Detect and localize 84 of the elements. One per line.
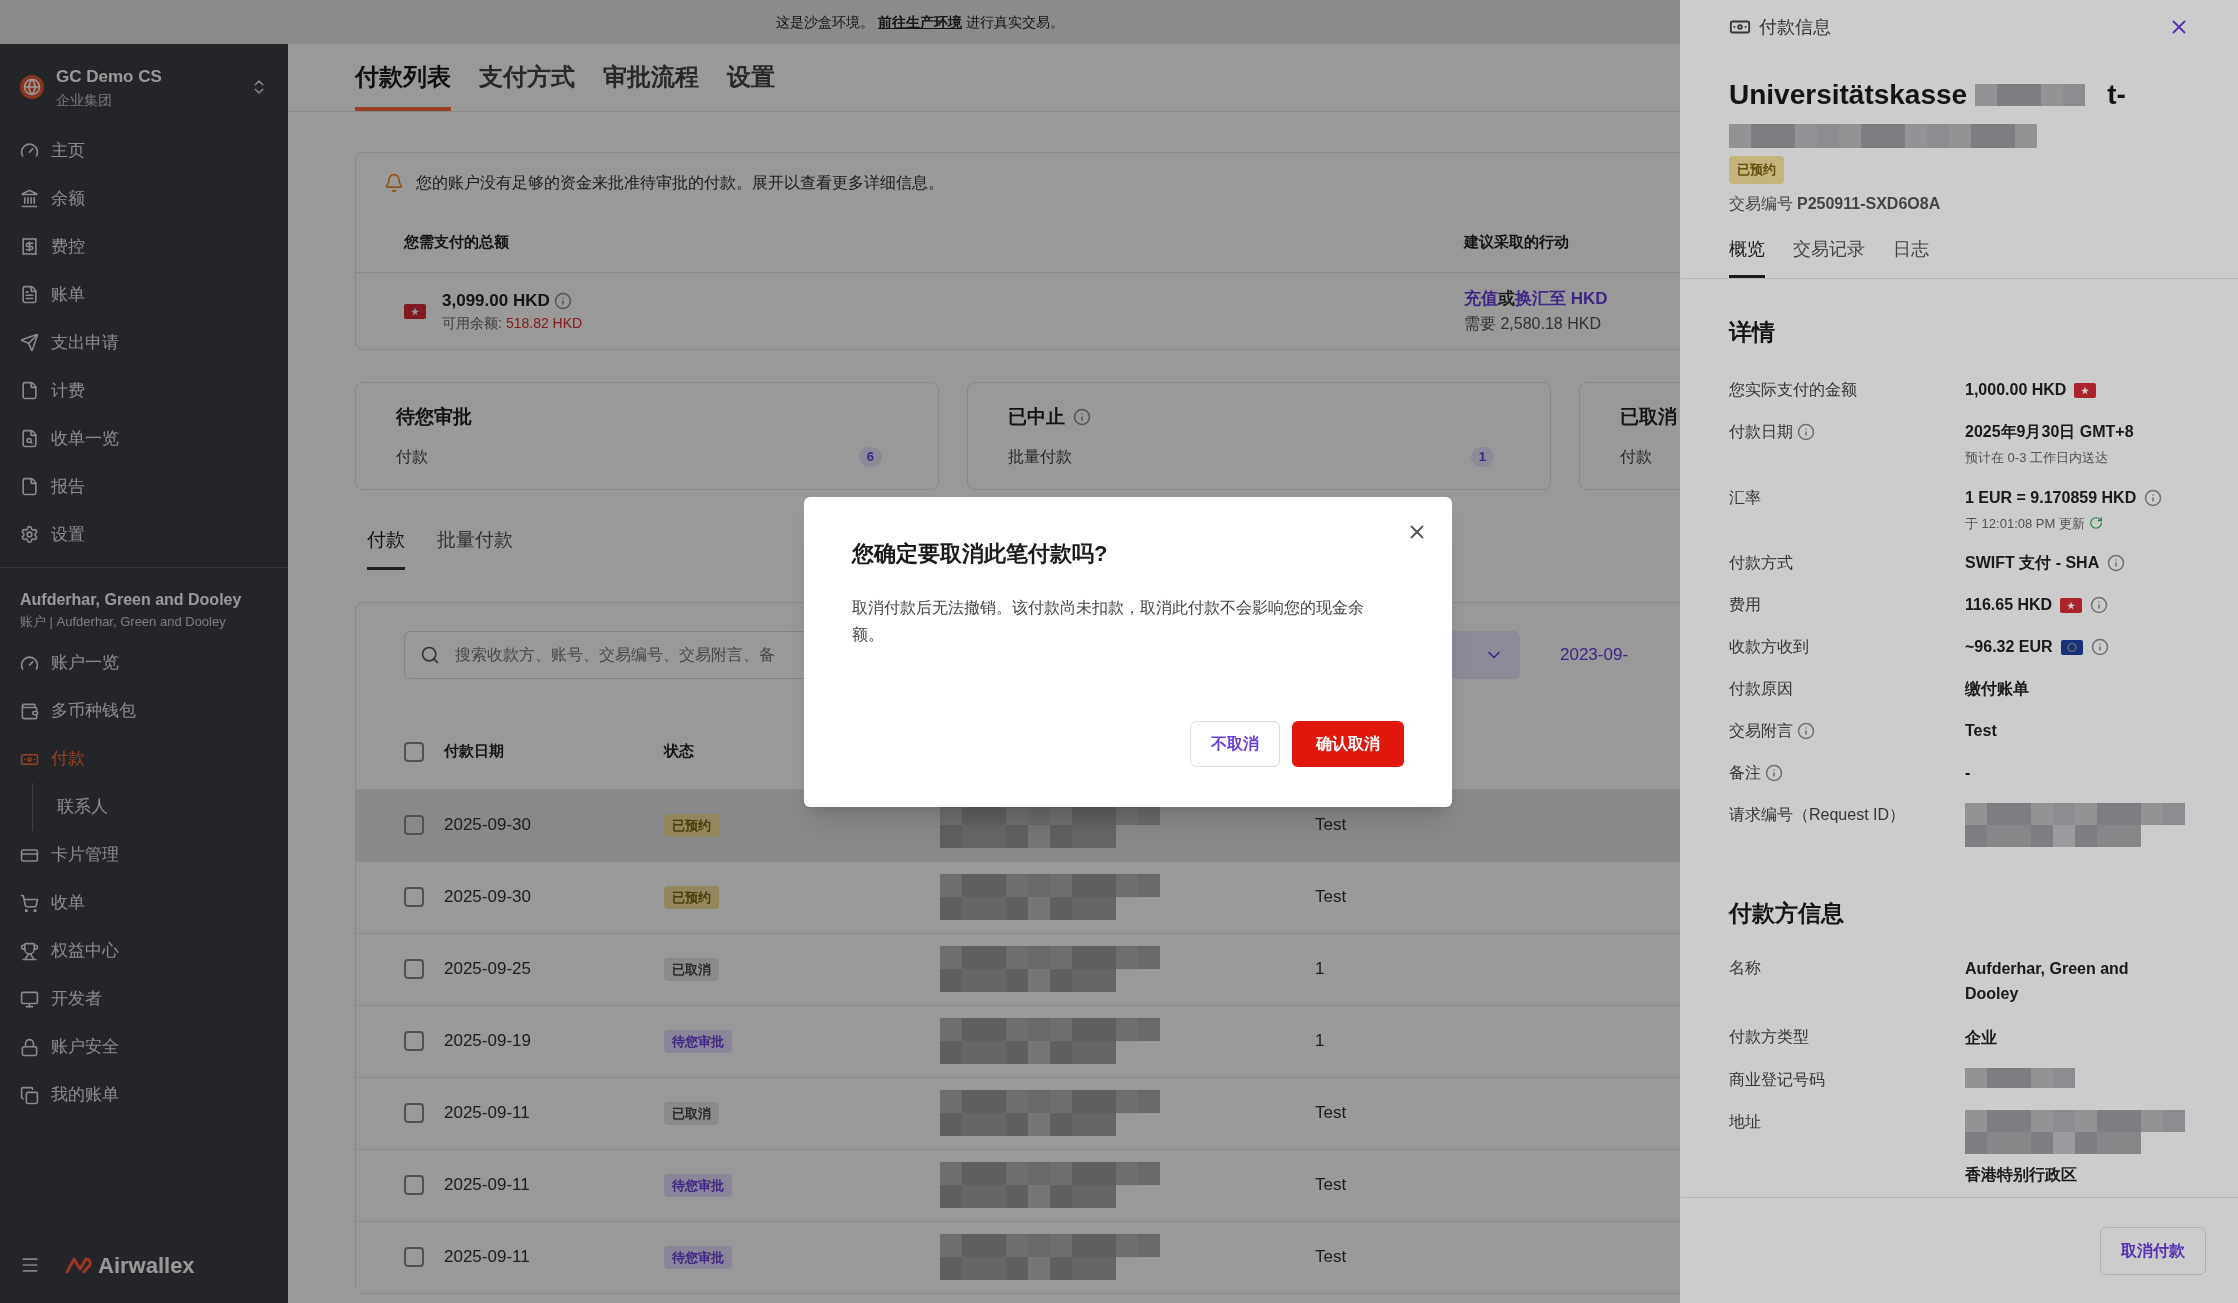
note-cell-text: Test — [1315, 1102, 1347, 1125]
status-badge: 待您审批 — [664, 1174, 732, 1197]
detail-value: 1 EUR = 9.170859 HKD — [1965, 487, 2137, 508]
available-label: 可用余额: — [442, 314, 502, 334]
card-title: 已中止 — [1008, 405, 1065, 429]
section-title: 详情 — [1729, 317, 1776, 347]
detail-value: 缴付账单 — [1965, 679, 2029, 700]
detail-value: Aufderhar, Green and Dooley — [1965, 958, 2130, 1005]
required-amount: 需要 2,580.18 HKD — [1464, 313, 1602, 334]
alert-message: 您的账户没有足够的资金来批准待审批的付款。展开以查看更多详细信息。 — [416, 173, 944, 193]
count-badge: 1 — [1470, 447, 1494, 467]
detail-label: 请求编号（Request ID） — [1729, 805, 1906, 826]
status-badge: 已预约 — [664, 814, 719, 837]
note-cell-text: 1 — [1315, 958, 1325, 981]
account-name: Aufderhar, Green and Dooley — [20, 589, 243, 610]
detail-label: 收款方收到 — [1729, 637, 1809, 658]
detail-value: ~96.32 EUR — [1965, 637, 2053, 658]
detail-value: 116.65 HKD — [1965, 595, 2053, 616]
card-title: 待您审批 — [396, 405, 472, 429]
card-subtitle: 付款 — [1620, 447, 1652, 467]
note-cell-text: Test — [1315, 1246, 1347, 1269]
detail-label: 名称 — [1729, 957, 1762, 978]
date-cell-text: 2025-09-19 — [444, 1030, 532, 1053]
detail-note: 于 12:01:08 PM 更新 — [1965, 514, 2085, 533]
transaction-label: 交易编号 — [1729, 193, 1793, 214]
detail-value: - — [1965, 763, 1971, 784]
status-badge: 已预约 — [664, 886, 719, 909]
available-balance: 518.82 HKD — [505, 314, 583, 334]
detail-label: 费用 — [1729, 595, 1761, 616]
detail-value: 香港特别行政区 — [1965, 1165, 2078, 1186]
detail-label: 商业登记号码 — [1729, 1070, 1826, 1091]
status-badge: 待您审批 — [664, 1030, 732, 1053]
column-header: 您需支付的总额 — [404, 232, 510, 253]
detail-label: 交易附言 — [1729, 721, 1793, 742]
org-subtitle: 企业集团 — [56, 90, 113, 110]
transaction-id: P250911-SXD6O8A — [1797, 193, 1941, 214]
detail-note: 预计在 0-3 工作日内送达 — [1965, 449, 2108, 468]
note-cell-text: Test — [1315, 886, 1347, 909]
total-amount: 3,099.00 HKD — [442, 289, 550, 312]
status-badge: 已取消 — [664, 958, 719, 981]
status-badge: 已取消 — [664, 1102, 719, 1125]
detail-label: 您实际支付的金额 — [1729, 380, 1857, 401]
detail-value: SWIFT 支付 - SHA — [1965, 553, 2100, 574]
column-header: 状态 — [664, 741, 694, 762]
column-header: 付款日期 — [444, 741, 505, 762]
card-title: 已取消 — [1620, 405, 1677, 429]
date-cell-text: 2025-09-11 — [444, 1246, 531, 1269]
date-cell-text: 2025-09-30 — [444, 886, 532, 909]
date-cell-text: 2025-09-11 — [444, 1102, 531, 1125]
payee-name-end: t- — [2107, 78, 2126, 113]
note-cell-text: 1 — [1315, 1030, 1325, 1053]
banner-text: 进行真实交易。 — [966, 12, 1064, 32]
account-subtitle: 账户 | Aufderhar, Green and Dooley — [20, 612, 227, 631]
date-cell-text: 2025-09-11 — [444, 1174, 531, 1197]
status-badge: 已预约 — [1729, 156, 1784, 184]
detail-label: 备注 — [1729, 763, 1761, 784]
note-cell-text: Test — [1315, 814, 1347, 837]
detail-value: 2025年9月30日 GMT+8 — [1965, 422, 2134, 443]
detail-label: 付款日期 — [1729, 422, 1793, 443]
org-name: GC Demo CS — [56, 66, 163, 88]
dialog-title: 您确定要取消此笔付款吗? — [852, 539, 1109, 568]
detail-value: Test — [1965, 721, 1997, 742]
dialog-message: 取消付款后无法撤销。该付款尚未扣款，取消此付款不会影响您的现金余额。 — [852, 597, 1365, 645]
detail-label: 付款原因 — [1729, 679, 1793, 700]
card-subtitle: 批量付款 — [1008, 447, 1072, 467]
count-badge: 6 — [858, 447, 882, 467]
detail-value: 企业 — [1965, 1027, 1998, 1048]
banner-text: 这是沙盒环境。 — [775, 12, 874, 32]
drawer-header: 付款信息 — [1759, 15, 1832, 39]
date-cell-text: 2025-09-30 — [444, 814, 532, 837]
date-cell-text: 2025-09-25 — [444, 958, 532, 981]
logo-text: Airwallex — [98, 1251, 195, 1280]
detail-value: 1,000.00 HKD — [1965, 380, 2067, 401]
note-cell-text: Test — [1315, 1174, 1347, 1197]
section-title: 付款方信息 — [1729, 899, 1845, 929]
or-text: 或 — [1498, 288, 1515, 311]
column-header: 建议采取的行动 — [1464, 232, 1569, 253]
payee-name: Universitätskasse — [1729, 78, 1968, 113]
detail-label: 付款方式 — [1729, 553, 1793, 574]
status-badge: 待您审批 — [664, 1246, 732, 1269]
detail-label: 地址 — [1729, 1112, 1762, 1133]
card-subtitle: 付款 — [396, 447, 428, 467]
detail-label: 汇率 — [1729, 487, 1761, 508]
detail-label: 付款方类型 — [1729, 1026, 1810, 1047]
